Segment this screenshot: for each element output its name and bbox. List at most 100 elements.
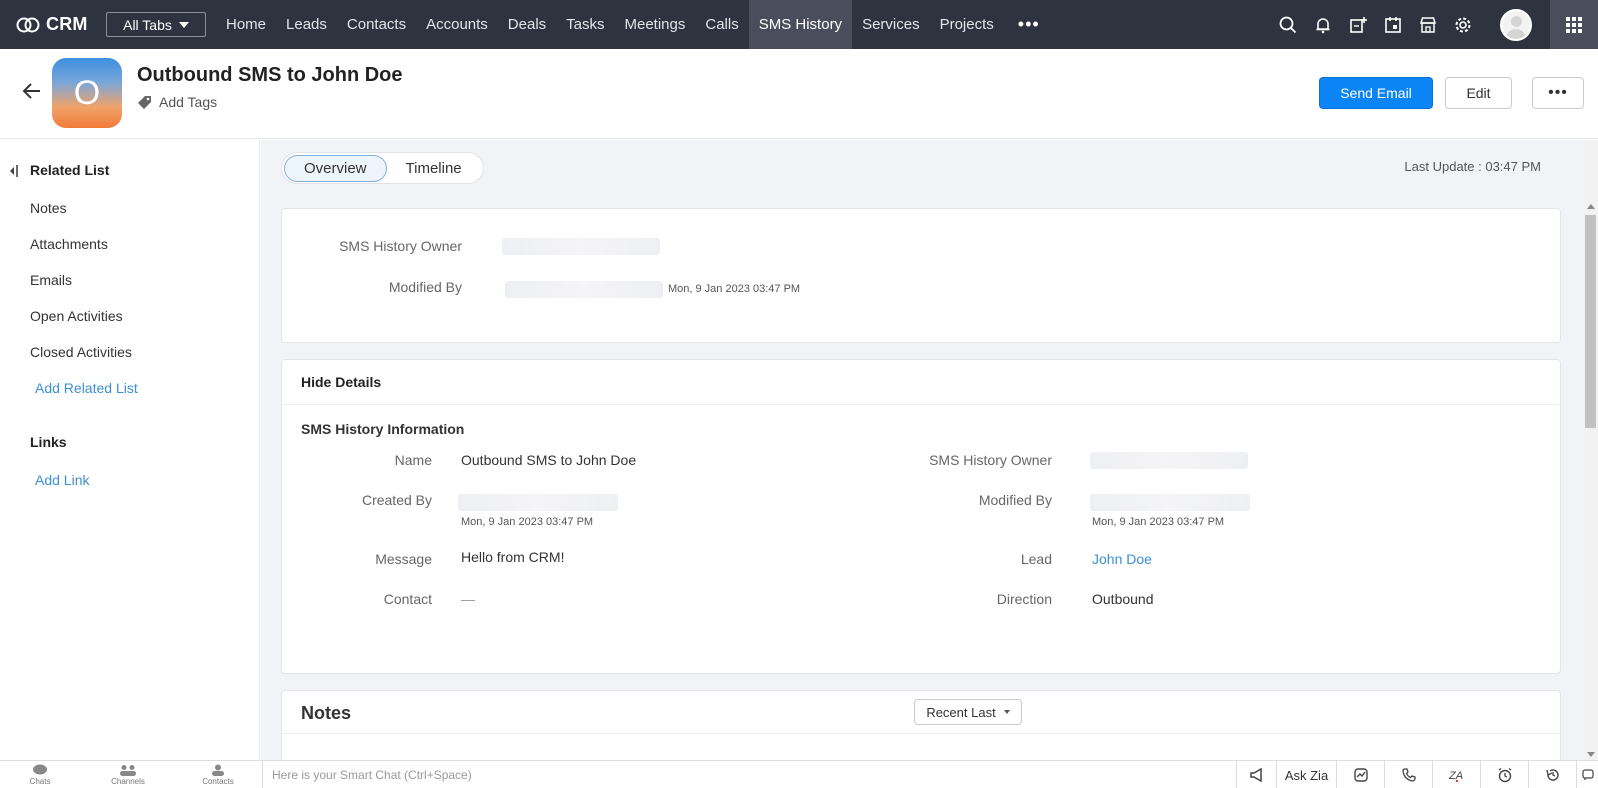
name-value: Outbound SMS to John Doe: [461, 452, 637, 468]
contacts-button[interactable]: Contacts: [178, 761, 258, 788]
all-tabs-dropdown[interactable]: All Tabs: [106, 12, 206, 37]
tab-projects[interactable]: Projects: [930, 0, 1004, 49]
caret-down-icon: [178, 21, 189, 28]
direction-value: Outbound: [1092, 591, 1154, 607]
history-icon[interactable]: [1528, 761, 1576, 788]
tab-contacts[interactable]: Contacts: [337, 0, 416, 49]
tab-timeline[interactable]: Timeline: [387, 155, 481, 182]
created-by-label: Created By: [361, 492, 432, 508]
main-scrollbar[interactable]: [1583, 140, 1598, 760]
related-list-sidebar: Related List Notes Attachments Emails Op…: [0, 140, 260, 760]
hide-details-toggle[interactable]: Hide Details: [282, 360, 1560, 405]
tab-deals[interactable]: Deals: [498, 0, 556, 49]
add-related-list-link[interactable]: Add Related List: [35, 380, 138, 396]
contact-value: —: [461, 591, 475, 607]
contact-person-icon: [212, 764, 224, 776]
calendar-icon[interactable]: [1375, 0, 1410, 49]
record-avatar-letter: O: [73, 74, 101, 112]
more-actions-button[interactable]: •••: [1532, 77, 1584, 109]
collapse-sidebar-icon[interactable]: [9, 164, 19, 181]
summary-card: SMS History Owner Modified By Mon, 9 Jan…: [281, 208, 1561, 343]
notes-title: Notes: [301, 703, 352, 723]
right-owner-value: [1090, 452, 1248, 469]
sidebar-item-attachments[interactable]: Attachments: [30, 236, 108, 252]
top-navigation-bar: CRM All Tabs Home Leads Contacts Account…: [0, 0, 1598, 49]
notes-card: Notes Recent Last: [281, 690, 1561, 760]
sidebar-item-closed-activities[interactable]: Closed Activities: [30, 344, 132, 360]
notes-sort-label: Recent Last: [926, 704, 996, 720]
crm-logo-icon: [16, 17, 40, 32]
signals-icon[interactable]: [1336, 761, 1384, 788]
summary-modified-time: Mon, 9 Jan 2023 03:47 PM: [668, 283, 801, 295]
tab-calls[interactable]: Calls: [695, 0, 748, 49]
channels-icon: [120, 765, 136, 776]
channels-button[interactable]: Channels: [88, 761, 168, 788]
zia-icon[interactable]: ZA: [1432, 761, 1480, 788]
record-avatar: O: [52, 58, 122, 128]
gear-icon[interactable]: [1445, 0, 1480, 49]
smart-chat-input[interactable]: Here is your Smart Chat (Ctrl+Space): [262, 761, 1222, 788]
tab-meetings[interactable]: Meetings: [615, 0, 696, 49]
related-list-heading: Related List: [30, 162, 110, 178]
svg-text:ZA: ZA: [1448, 770, 1463, 782]
contact-label: Contact: [383, 591, 432, 607]
top-icons-group: [1270, 0, 1598, 49]
tab-tasks[interactable]: Tasks: [556, 0, 614, 49]
message-label: Message: [375, 551, 432, 567]
last-update-text: Last Update : 03:47 PM: [1404, 159, 1541, 174]
add-entry-icon[interactable]: [1340, 0, 1375, 49]
bottom-bar: Chats Channels Contacts Here is your Sma…: [0, 760, 1598, 788]
user-avatar[interactable]: [1500, 8, 1532, 41]
right-modified-by-label: Modified By: [978, 492, 1052, 508]
apps-grid-icon[interactable]: [1550, 0, 1598, 49]
add-tags-button[interactable]: Add Tags: [137, 94, 217, 110]
add-tags-label: Add Tags: [159, 94, 218, 110]
right-owner-label: SMS History Owner: [929, 452, 1052, 468]
back-arrow-icon[interactable]: [22, 82, 42, 103]
summary-owner-value: [502, 238, 660, 255]
tab-home[interactable]: Home: [216, 0, 276, 49]
tab-overview[interactable]: Overview: [284, 154, 387, 182]
message-value: Hello from CRM!: [461, 549, 565, 565]
tag-icon: [138, 95, 151, 109]
all-tabs-label: All Tabs: [123, 16, 172, 33]
created-time: Mon, 9 Jan 2023 03:47 PM: [461, 516, 594, 528]
chats-button[interactable]: Chats: [0, 761, 80, 788]
ask-zia-button[interactable]: Ask Zia: [1276, 761, 1336, 788]
sidebar-item-open-activities[interactable]: Open Activities: [30, 308, 123, 324]
caret-down-icon: [1003, 710, 1010, 714]
phone-icon[interactable]: [1384, 761, 1432, 788]
tab-services[interactable]: Services: [852, 0, 930, 49]
hide-details-label: Hide Details: [301, 374, 382, 390]
record-title: Outbound SMS to John Doe: [137, 64, 403, 86]
send-email-button[interactable]: Send Email: [1319, 77, 1433, 109]
bottom-tools: Ask Zia ZA: [1236, 761, 1598, 788]
alarm-clock-icon[interactable]: [1480, 761, 1528, 788]
feedback-icon[interactable]: [1576, 761, 1598, 788]
tab-accounts[interactable]: Accounts: [416, 0, 498, 49]
search-icon[interactable]: [1270, 0, 1305, 49]
summary-owner-label: SMS History Owner: [339, 238, 462, 254]
bell-icon[interactable]: [1305, 0, 1340, 49]
scroll-thumb[interactable]: [1585, 215, 1596, 428]
announcement-icon[interactable]: [1236, 761, 1276, 788]
summary-modified-by-value: [505, 281, 663, 298]
marketplace-icon[interactable]: [1410, 0, 1445, 49]
right-modified-by-value: [1090, 494, 1250, 511]
scroll-up-icon[interactable]: [1587, 204, 1595, 209]
more-tabs-button[interactable]: •••: [1004, 0, 1054, 49]
tab-sms-history[interactable]: SMS History: [748, 0, 853, 49]
lead-label: Lead: [1020, 551, 1052, 567]
lead-link[interactable]: John Doe: [1092, 551, 1152, 567]
crm-logo[interactable]: CRM: [0, 0, 104, 49]
tab-leads[interactable]: Leads: [276, 0, 337, 49]
sidebar-item-notes[interactable]: Notes: [30, 200, 67, 216]
sidebar-item-emails[interactable]: Emails: [30, 272, 72, 288]
scroll-down-icon[interactable]: [1587, 752, 1595, 757]
edit-button[interactable]: Edit: [1445, 77, 1512, 109]
notes-divider: [282, 733, 1560, 734]
direction-label: Direction: [996, 591, 1052, 607]
add-link-link[interactable]: Add Link: [35, 472, 89, 488]
created-by-value: [458, 494, 618, 511]
notes-sort-dropdown[interactable]: Recent Last: [914, 699, 1022, 725]
